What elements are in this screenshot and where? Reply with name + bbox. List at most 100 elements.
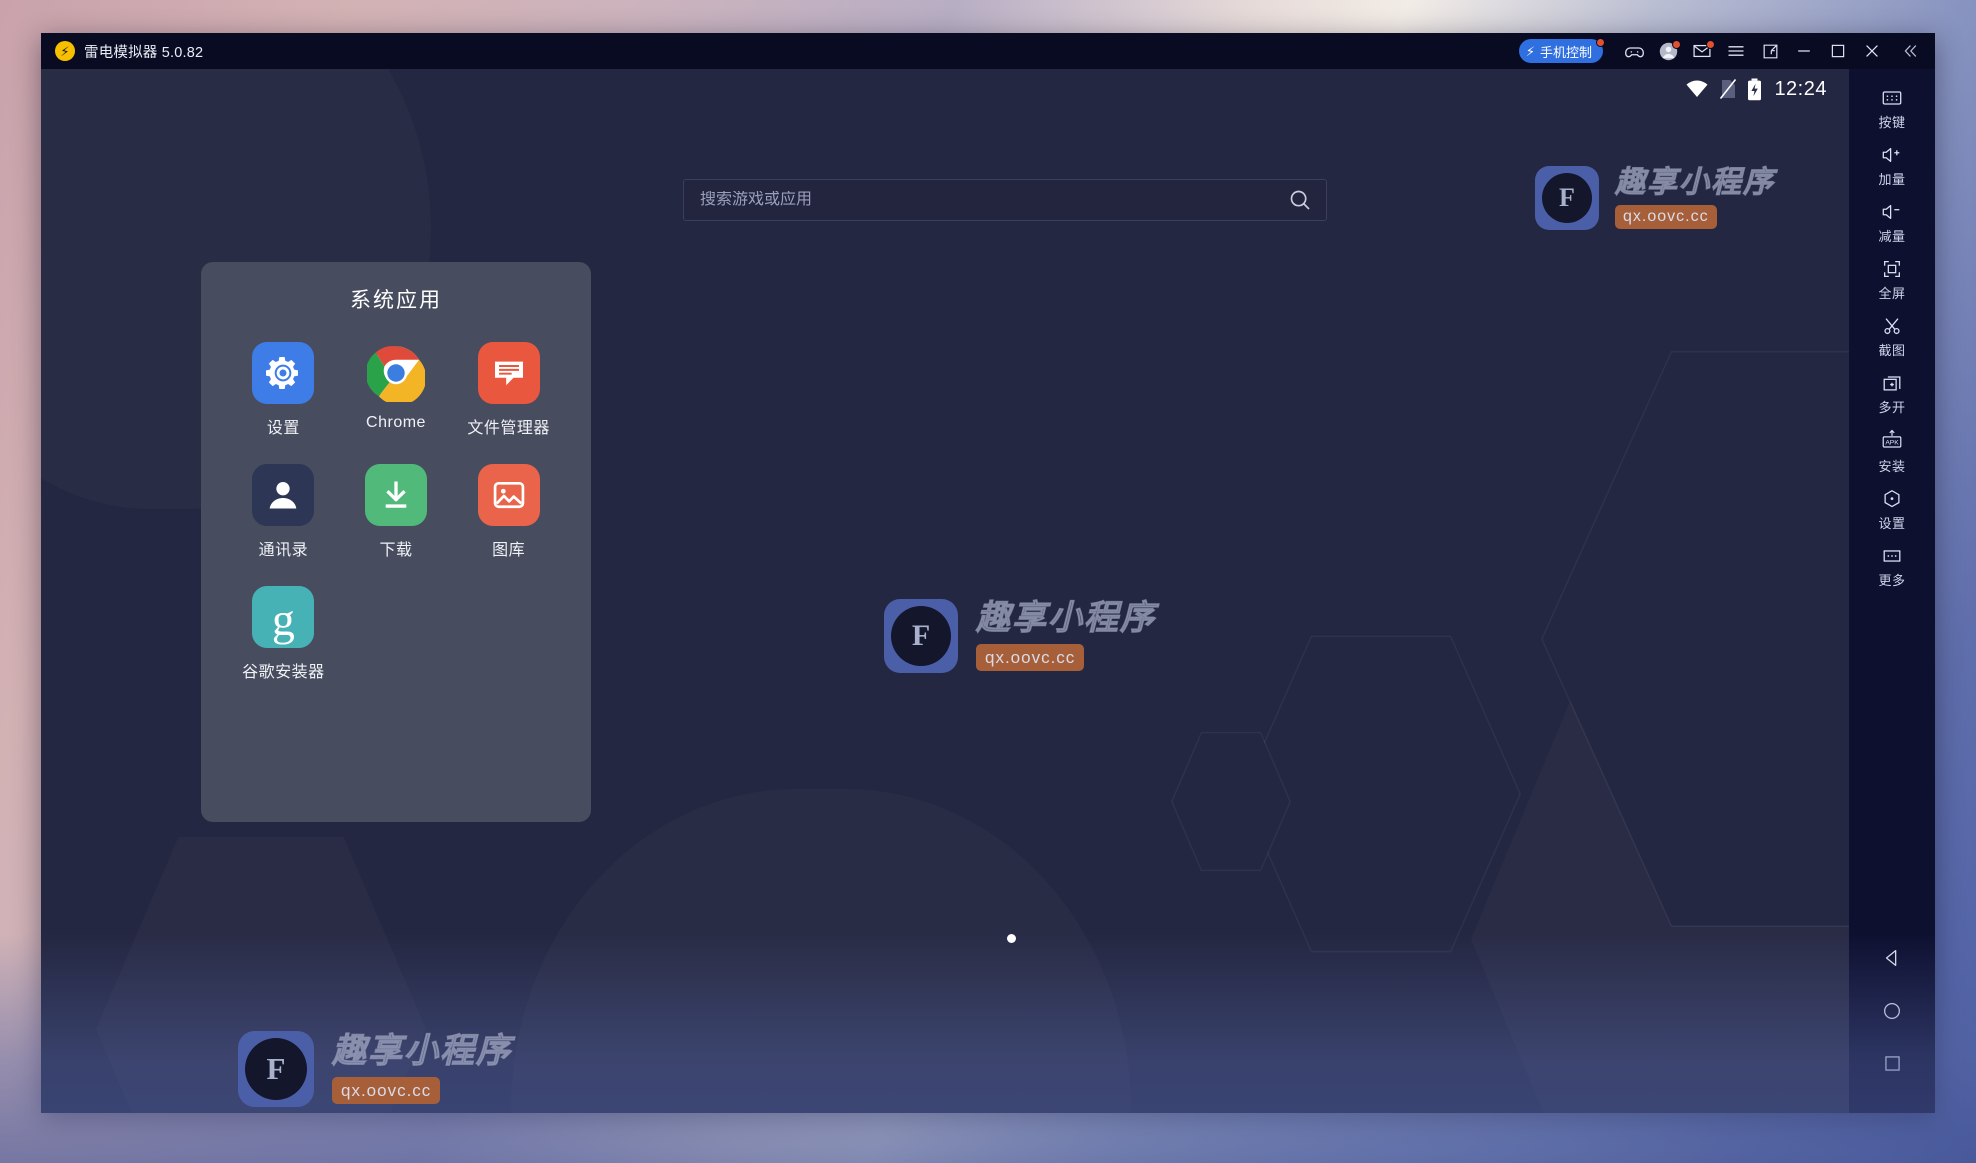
app-brand: ⚡ 雷电模拟器 5.0.82 [55, 41, 203, 62]
watermark-title: 趣享小程序 [1615, 165, 1775, 199]
toolbar-item-label: 减量 [1878, 229, 1906, 244]
toolbar-item-label: 多开 [1878, 400, 1906, 415]
search-bar[interactable] [683, 179, 1327, 221]
more-dots-icon [1881, 545, 1903, 567]
phone-control-label: 手机控制 [1539, 44, 1592, 60]
window-body: 12:24 F 趣享小程序 qx.oovc.cc 搜索游戏或应用 系统应用 设置… [41, 69, 1935, 1113]
apps-grid: 设置 Chrome 文件管理器 通讯录 下载 图库 g 谷歌安装器 [201, 342, 591, 682]
maximize-icon[interactable] [1821, 33, 1855, 69]
toolbar-item-keyboard[interactable]: 按键 [1849, 81, 1935, 138]
wifi-full-icon [1685, 79, 1709, 99]
minimize-icon[interactable] [1787, 33, 1821, 69]
notification-badge [1672, 40, 1681, 49]
phone-control-button[interactable]: ⚡ 手机控制 [1518, 38, 1605, 63]
settings-gear-icon [252, 342, 315, 404]
search-icon[interactable] [1274, 180, 1326, 220]
download-arrow-icon [364, 464, 427, 526]
svg-text:APK: APK [1885, 439, 1899, 446]
app-contacts[interactable]: 通讯录 [227, 464, 340, 560]
home-circle-icon [1881, 1000, 1903, 1027]
no-sim-icon [1719, 78, 1737, 100]
page-indicator-dot[interactable] [1007, 934, 1016, 943]
toolbar-item-volume-up[interactable]: 加量 [1849, 138, 1935, 195]
app-file-manager[interactable]: 文件管理器 [452, 342, 565, 438]
watermark-url: qx.oovc.cc [976, 644, 1085, 671]
toolbar-item-label: 截图 [1878, 343, 1906, 358]
panel-title: 系统应用 [350, 289, 442, 312]
app-label: 下载 [379, 542, 413, 559]
windows-desktop: ⚡ 雷电模拟器 5.0.82 ⚡ 手机控制 12:24 F 趣享小程序 qx.o… [0, 0, 1976, 1163]
status-clock: 12:24 [1774, 77, 1827, 100]
app-label: 图库 [492, 542, 526, 559]
keyboard-icon [1881, 87, 1903, 109]
toolbar-item-volume-down[interactable]: 减量 [1849, 195, 1935, 252]
nav-recents-button[interactable] [1849, 1040, 1935, 1113]
watermark-title: 趣享小程序 [332, 1032, 512, 1070]
battery-charging-icon [1747, 78, 1762, 101]
back-triangle-icon [1881, 947, 1903, 974]
close-icon[interactable] [1855, 33, 1889, 69]
watermark-text: 趣享小程序 qx.oovc.cc [332, 1034, 512, 1104]
watermark-text: 趣享小程序 qx.oovc.cc [1615, 165, 1775, 229]
collapse-toolbar-icon[interactable] [1889, 33, 1931, 69]
watermark-logo-letter: F [245, 1038, 307, 1100]
watermark-logo: F [238, 1031, 314, 1107]
app-label: Chrome [366, 414, 426, 431]
gallery-image-icon [477, 464, 540, 526]
watermark-logo: F [1535, 166, 1599, 230]
toolbar-item-label: 按键 [1878, 115, 1906, 130]
emulator-side-toolbar: 按键 加量 减量 全屏 截图 多开 APK 安装 设置 更多 [1849, 69, 1935, 1113]
toolbar-item-label: 更多 [1878, 573, 1906, 588]
window-title: 雷电模拟器 5.0.82 [84, 44, 204, 61]
watermark-url: qx.oovc.cc [332, 1077, 441, 1104]
nav-home-button[interactable] [1849, 987, 1935, 1040]
watermark-top-right: F 趣享小程序 qx.oovc.cc [1535, 166, 1775, 230]
app-label: 谷歌安装器 [242, 664, 325, 681]
app-label: 设置 [266, 420, 300, 437]
lightning-bolt-icon: ⚡ [55, 41, 75, 61]
ldplayer-emulator-window: ⚡ 雷电模拟器 5.0.82 ⚡ 手机控制 12:24 F 趣享小程序 qx.o… [41, 33, 1935, 1113]
watermark-bottom-left: F 趣享小程序 qx.oovc.cc [238, 1031, 512, 1107]
nav-back-button[interactable] [1849, 934, 1935, 987]
chrome-icon [365, 342, 427, 404]
app-google-installer[interactable]: g 谷歌安装器 [227, 586, 340, 682]
lightning-bolt-icon: ⚡ [1525, 43, 1535, 59]
notification-badge [1596, 38, 1605, 47]
window-titlebar: ⚡ 雷电模拟器 5.0.82 ⚡ 手机控制 [41, 33, 1935, 69]
watermark-logo: F [884, 599, 958, 673]
titlebar-controls: ⚡ 手机控制 [1518, 33, 1931, 69]
menu-hamburger-icon[interactable] [1719, 33, 1753, 69]
app-gallery[interactable]: 图库 [452, 464, 565, 560]
volume-down-icon [1880, 201, 1904, 223]
file-manager-icon [477, 342, 540, 404]
app-label: 文件管理器 [467, 420, 550, 437]
contacts-person-icon [252, 464, 315, 526]
watermark-logo-letter: F [1542, 173, 1592, 223]
fullscreen-icon [1881, 258, 1903, 280]
toolbar-item-label: 设置 [1878, 516, 1906, 531]
toolbar-item-multi-instance[interactable]: 多开 [1849, 366, 1935, 423]
system-apps-panel: 系统应用 设置 Chrome 文件管理器 通讯录 下载 图库 g 谷歌安装器 [201, 262, 591, 822]
toolbar-item-settings[interactable]: 设置 [1849, 482, 1935, 539]
toolbar-item-install-apk[interactable]: APK 安装 [1849, 423, 1935, 482]
recents-square-icon [1882, 1053, 1903, 1079]
app-download[interactable]: 下载 [340, 464, 453, 560]
volume-up-icon [1880, 144, 1904, 166]
app-settings[interactable]: 设置 [227, 342, 340, 438]
toolbar-item-fullscreen[interactable]: 全屏 [1849, 252, 1935, 309]
account-avatar-icon[interactable] [1651, 33, 1685, 69]
android-screen: 12:24 F 趣享小程序 qx.oovc.cc 搜索游戏或应用 系统应用 设置… [41, 69, 1849, 1113]
mail-icon[interactable] [1685, 33, 1719, 69]
apk-install-icon: APK [1880, 429, 1904, 453]
toolbar-item-more[interactable]: 更多 [1849, 539, 1935, 596]
toolbar-item-label: 安装 [1878, 459, 1906, 474]
toolbar-item-screenshot[interactable]: 截图 [1849, 309, 1935, 366]
search-input[interactable] [684, 191, 1274, 209]
gamepad-icon[interactable] [1617, 33, 1651, 69]
watermark-text: 趣享小程序 qx.oovc.cc [976, 601, 1156, 671]
settings-hex-icon [1881, 488, 1903, 510]
pop-out-icon[interactable] [1753, 33, 1787, 69]
app-chrome[interactable]: Chrome [340, 342, 453, 438]
toolbar-item-label: 加量 [1878, 172, 1906, 187]
notification-badge [1706, 40, 1715, 49]
